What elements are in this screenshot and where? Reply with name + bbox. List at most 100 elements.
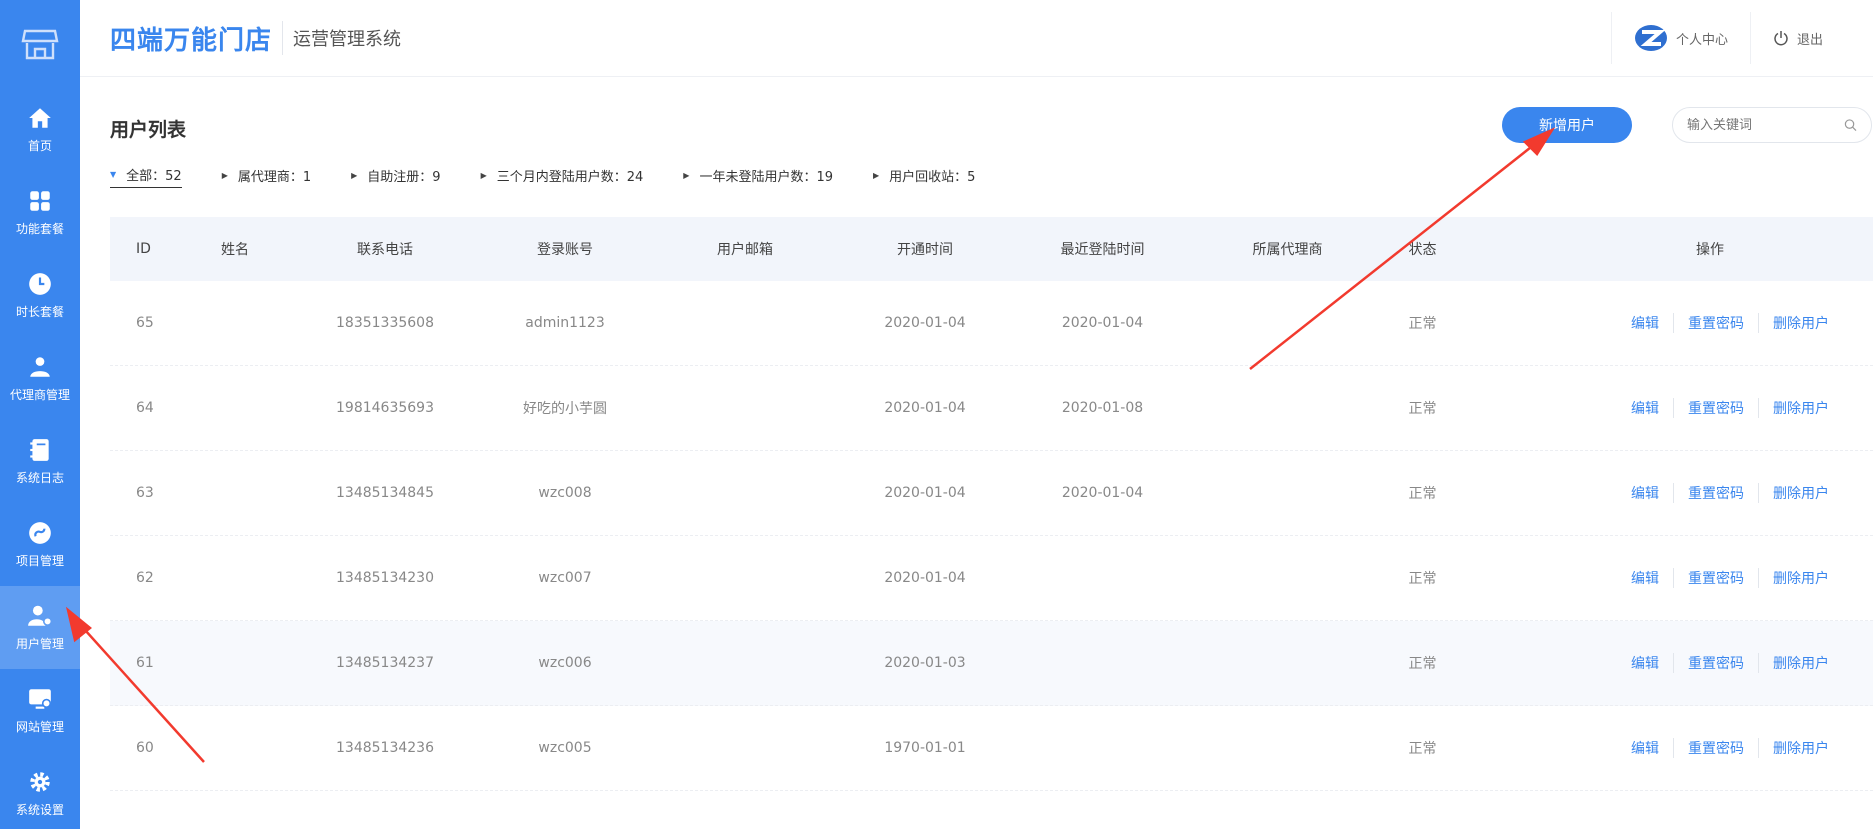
sidebar-item-website-management[interactable]: 网站管理 xyxy=(0,669,80,752)
filter-label: 自助注册：9 xyxy=(367,169,441,185)
ops-cell: 编辑 重置密码 删除用户 xyxy=(1460,568,1873,588)
account-cell: wzc007 xyxy=(538,570,592,586)
last-login-cell: 2020-01-04 xyxy=(1061,485,1144,501)
reset-password-link[interactable]: 重置密码 xyxy=(1674,653,1759,673)
filter-label: 三个月内登陆用户数：24 xyxy=(496,169,644,185)
sidebar: 首页 功能套餐 时长套餐 代理商管理 系统日志 项目管理 用户管理 网站管理 系… xyxy=(0,0,80,829)
row-actions: 编辑 重置密码 删除用户 xyxy=(1617,738,1843,758)
clock-icon xyxy=(29,273,51,295)
delete-user-link[interactable]: 删除用户 xyxy=(1759,398,1843,418)
system-subtitle: 运营管理系统 xyxy=(293,29,402,50)
triangle-right-icon: ▶ xyxy=(351,170,358,180)
search-input[interactable] xyxy=(1687,117,1845,133)
sidebar-item-feature-packages[interactable]: 功能套餐 xyxy=(0,171,80,254)
opened-cell: 2020-01-03 xyxy=(884,655,966,671)
home-icon xyxy=(29,108,51,128)
edit-link[interactable]: 编辑 xyxy=(1617,738,1674,758)
sidebar-item-label: 网站管理 xyxy=(15,720,64,734)
logout-button[interactable]: 退出 xyxy=(1751,29,1845,48)
delete-user-link[interactable]: 删除用户 xyxy=(1759,738,1843,758)
filter-label: 全部：52 xyxy=(126,169,182,184)
delete-user-link[interactable]: 删除用户 xyxy=(1759,483,1843,503)
add-user-button[interactable]: 新增用户 xyxy=(1502,107,1632,143)
sidebar-item-system-settings[interactable]: 系统设置 xyxy=(0,752,80,835)
user-center-button[interactable]: 个人中心 xyxy=(1612,23,1750,53)
delete-user-link[interactable]: 删除用户 xyxy=(1759,653,1843,673)
last-login-cell: 2020-01-04 xyxy=(1061,315,1144,331)
status-cell: 正常 xyxy=(1408,656,1437,672)
table-row: 63 13485134845 wzc008 2020-01-04 2020-01-04 正… xyxy=(110,451,1873,536)
filter-self-registered[interactable]: ▶ 自助注册：9 xyxy=(351,165,440,188)
filter-recycle-bin[interactable]: ▶ 用户回收站：5 xyxy=(873,165,975,188)
row-actions: 编辑 重置密码 删除用户 xyxy=(1617,483,1843,503)
row-actions: 编辑 重置密码 删除用户 xyxy=(1617,398,1843,418)
divider xyxy=(282,21,284,55)
column-header: 登录账号 xyxy=(537,242,593,258)
user-center-label: 个人中心 xyxy=(1675,32,1728,48)
ops-cell: 编辑 重置密码 删除用户 xyxy=(1460,398,1873,418)
column-header: 联系电话 xyxy=(357,242,413,258)
column-header: 状态 xyxy=(1408,242,1437,258)
filter-inactive-1-year[interactable]: ▶ 一年未登陆用户数：19 xyxy=(683,165,833,188)
sidebar-item-user-management[interactable]: 用户管理 xyxy=(0,586,80,669)
user-table: ID 姓名 联系电话 登录账号 用户邮箱 开通时间 最近登陆时间 所属代理商 状… xyxy=(110,217,1873,791)
account-cell: wzc006 xyxy=(538,655,592,671)
edit-link[interactable]: 编辑 xyxy=(1617,483,1674,503)
row-actions: 编辑 重置密码 删除用户 xyxy=(1617,313,1843,333)
delete-user-link[interactable]: 删除用户 xyxy=(1759,313,1843,333)
store-logo-icon xyxy=(0,0,80,88)
edit-link[interactable]: 编辑 xyxy=(1617,398,1674,418)
id-cell: 61 xyxy=(136,655,154,671)
sidebar-item-system-log[interactable]: 系统日志 xyxy=(0,420,80,503)
settings-icon xyxy=(30,772,50,792)
reset-password-link[interactable]: 重置密码 xyxy=(1674,313,1759,333)
reset-password-link[interactable]: 重置密码 xyxy=(1674,738,1759,758)
table-row: 65 18351335608 admin1123 2020-01-04 2020-01-… xyxy=(110,281,1873,366)
filter-label: 用户回收站：5 xyxy=(889,169,976,185)
reset-password-link[interactable]: 重置密码 xyxy=(1674,398,1759,418)
sidebar-item-label: 首页 xyxy=(27,139,52,153)
delete-user-link[interactable]: 删除用户 xyxy=(1759,568,1843,588)
sidebar-item-label: 用户管理 xyxy=(15,637,64,651)
sidebar-item-project-management[interactable]: 项目管理 xyxy=(0,503,80,586)
phone-cell: 19814635693 xyxy=(336,400,434,416)
phone-cell: 13485134230 xyxy=(336,570,434,586)
edit-link[interactable]: 编辑 xyxy=(1617,313,1674,333)
column-header: 最近登陆时间 xyxy=(1060,242,1145,258)
table-row: 64 19814635693 好吃的小芋圆 2020-01-04 2020-01-08 正… xyxy=(110,366,1873,451)
triangle-right-icon: ▶ xyxy=(221,170,228,180)
account-cell: 好吃的小芋圆 xyxy=(523,401,607,417)
opened-cell: 2020-01-04 xyxy=(884,570,966,586)
sidebar-item-label: 代理商管理 xyxy=(9,388,70,402)
top-header: 四端万能门店 运营管理系统 个人中心 退出 xyxy=(80,0,1873,77)
column-header: ID xyxy=(136,241,151,257)
account-cell: admin1123 xyxy=(525,315,605,331)
phone-cell: 13485134236 xyxy=(336,740,434,756)
status-cell: 正常 xyxy=(1408,316,1437,332)
phone-cell: 13485134237 xyxy=(336,655,434,671)
sidebar-item-home[interactable]: 首页 xyxy=(0,88,80,171)
opened-cell: 2020-01-04 xyxy=(884,315,966,331)
triangle-down-icon: ▼ xyxy=(110,170,117,179)
ops-cell: 编辑 重置密码 删除用户 xyxy=(1460,313,1873,333)
id-cell: 63 xyxy=(136,485,154,501)
sidebar-item-duration-packages[interactable]: 时长套餐 xyxy=(0,254,80,337)
sidebar-item-label: 时长套餐 xyxy=(15,305,64,319)
table-row: 62 13485134230 wzc007 2020-01-04 正常 编辑 重置密码 删除用… xyxy=(110,536,1873,621)
filter-agent-users[interactable]: ▶ 属代理商：1 xyxy=(222,165,311,188)
filter-active-3-months[interactable]: ▶ 三个月内登陆用户数：24 xyxy=(481,165,644,188)
column-header: 用户邮箱 xyxy=(717,242,773,258)
id-cell: 64 xyxy=(136,400,154,416)
filter-all[interactable]: ▼ 全部：52 xyxy=(110,165,182,188)
reset-password-link[interactable]: 重置密码 xyxy=(1674,568,1759,588)
search-icon[interactable] xyxy=(1844,118,1857,132)
filter-label: 一年未登陆用户数：19 xyxy=(699,169,833,185)
row-actions: 编辑 重置密码 删除用户 xyxy=(1617,653,1843,673)
edit-link[interactable]: 编辑 xyxy=(1617,568,1674,588)
reset-password-link[interactable]: 重置密码 xyxy=(1674,483,1759,503)
sidebar-item-agent-management[interactable]: 代理商管理 xyxy=(0,337,80,420)
opened-cell: 2020-01-04 xyxy=(884,485,966,501)
avatar-logo-icon xyxy=(1634,25,1667,51)
opened-cell: 1970-01-01 xyxy=(884,740,966,756)
edit-link[interactable]: 编辑 xyxy=(1617,653,1674,673)
